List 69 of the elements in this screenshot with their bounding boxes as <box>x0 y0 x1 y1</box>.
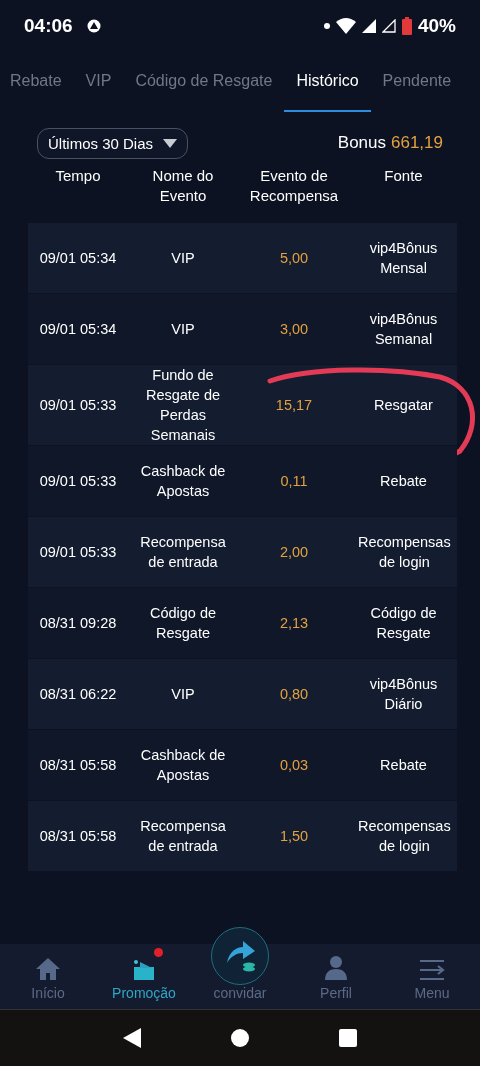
column-header: Evento de Recompensa <box>248 166 340 206</box>
table-cell-text: 0,80 <box>278 685 310 704</box>
table-cell-text: 09/01 05:33 <box>38 396 118 415</box>
battery-icon <box>401 17 412 35</box>
app-notification-icon <box>86 19 101 33</box>
status-time: 04:06 <box>24 15 73 37</box>
home-button-icon[interactable] <box>231 1029 249 1047</box>
bonus-value: 661,19 <box>391 133 443 153</box>
table-cell-text: Código de Resgate <box>148 604 218 643</box>
table-cell-text: VIP <box>170 685 196 704</box>
table-cell-text: vip4Bônus Mensal <box>368 239 439 278</box>
period-dropdown[interactable]: Últimos 30 Dias <box>37 127 189 159</box>
signal-icon <box>361 19 376 33</box>
table-cell-text: 0,03 <box>278 756 310 775</box>
wifi-icon <box>335 18 356 34</box>
notification-badge <box>154 948 163 957</box>
dot-icon <box>323 23 330 29</box>
table-cell-text: Recompensas de login <box>357 817 452 856</box>
table-cell-text: Resgatar <box>373 396 434 415</box>
table-cell-text: 08/31 05:58 <box>38 756 118 775</box>
home-icon <box>35 957 61 981</box>
tab[interactable]: Código de Resgate <box>123 52 285 112</box>
table-cell-text: 09/01 05:34 <box>38 249 118 268</box>
table-cell-text: 2,00 <box>278 543 310 562</box>
person-icon <box>324 955 348 981</box>
tab[interactable]: Pendente <box>370 52 464 112</box>
table-cell-text: 2,13 <box>278 614 310 633</box>
table-cell-text: Recompensa de entrada <box>139 817 227 856</box>
table-cell-text: Recompensa de entrada <box>139 533 227 572</box>
table-cell-text: Rebate <box>379 472 428 491</box>
table-cell-text: Fundo de Resgate de Perdas Semanais <box>144 366 222 445</box>
nav-item[interactable]: convidar <box>192 922 288 1009</box>
caret-icon <box>163 138 178 148</box>
table-cell-text: vip4Bônus Diário <box>368 675 439 714</box>
bonus-label: Bonus <box>337 133 386 153</box>
column-header: Tempo <box>54 166 102 186</box>
table-cell-text: Cashback de Apostas <box>139 462 227 501</box>
table-cell-text: 15,17 <box>274 396 314 415</box>
table-cell-text: 1,50 <box>278 827 310 846</box>
table-cell-text: 09/01 05:33 <box>38 543 118 562</box>
nav-item[interactable]: Menu <box>384 944 480 1009</box>
table-cell-text: VIP <box>170 249 196 268</box>
table-cell-text: Cashback de Apostas <box>139 746 227 785</box>
battery-percent: 40% <box>417 15 456 37</box>
table-cell-text: 08/31 09:28 <box>38 614 118 633</box>
table-cell-text: 08/31 06:22 <box>38 685 118 704</box>
tab[interactable]: Histórico <box>284 52 371 112</box>
column-header: Nome do Evento <box>151 166 215 206</box>
column-header: Fonte <box>383 166 424 186</box>
tab[interactable]: VIP <box>73 52 124 112</box>
signal-icon <box>381 19 396 33</box>
table-cell-text: 08/31 05:58 <box>38 827 118 846</box>
tab[interactable]: Rebate <box>10 52 74 112</box>
nav-item[interactable]: Promoção <box>96 944 192 1009</box>
table-cell-text: Recompensas de login <box>357 533 452 572</box>
table-cell-text: 5,00 <box>278 249 310 268</box>
table-cell-text: 09/01 05:34 <box>38 320 118 339</box>
table-cell-text: 3,00 <box>278 320 310 339</box>
table-cell-text: Código de Resgate <box>369 604 438 643</box>
menu-icon <box>419 959 445 981</box>
table-cell-text: Rebate <box>379 756 428 775</box>
table-cell-text: vip4Bônus Semanal <box>368 310 439 349</box>
nav-item[interactable]: Início <box>0 944 96 1009</box>
nav-item[interactable]: Perfil <box>288 944 384 1009</box>
back-icon[interactable] <box>123 1028 141 1048</box>
table-cell-text: 09/01 05:33 <box>38 472 118 491</box>
gift-box-icon <box>131 957 157 981</box>
table-cell-text: VIP <box>170 320 196 339</box>
table-cell-text: 0,11 <box>279 472 309 491</box>
